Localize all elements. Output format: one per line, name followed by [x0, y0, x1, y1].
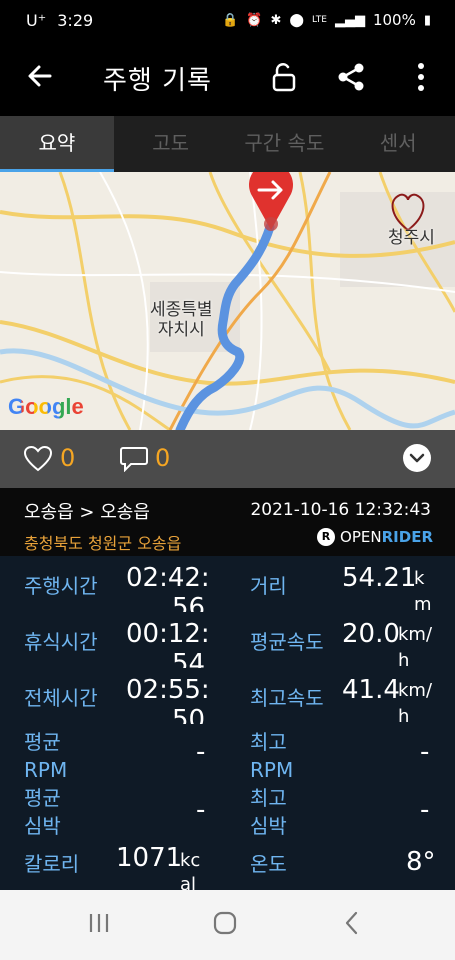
route-start-pin[interactable]	[247, 172, 295, 234]
ride-time-overflow: 56	[172, 594, 206, 612]
max-rpm-label-2: RPM	[250, 758, 294, 782]
openrider-logo-icon: R	[317, 528, 336, 546]
tab-bar: 요약 고도 구간 속도 센서	[0, 116, 455, 172]
max-rpm-value: -	[420, 737, 430, 767]
max-speed-unit-1: km/	[398, 680, 433, 701]
status-bar: U⁺ 3:29 🔒 ⏰ ✱ ⬤ LTE ▂▄▆ 100% ▮	[0, 0, 455, 44]
avg-hr-value: -	[196, 795, 206, 825]
max-rpm-label-1: 최고	[250, 730, 287, 754]
share-icon[interactable]	[334, 60, 368, 94]
max-hr-value: -	[420, 795, 430, 825]
avg-rpm-label-2: RPM	[24, 758, 68, 782]
map-label-cheongju: 청주시	[388, 228, 435, 248]
temperature-label: 온도	[250, 852, 287, 876]
max-hr-label-2: 심박	[250, 814, 287, 838]
distance-unit-1: k	[414, 568, 425, 589]
distance-label: 거리	[250, 574, 287, 598]
comment-icon[interactable]	[120, 446, 148, 472]
map-background	[0, 172, 455, 430]
max-speed-unit-2: h	[398, 706, 410, 727]
max-speed-value: 41.4	[342, 675, 400, 705]
more-options-icon[interactable]	[404, 60, 438, 94]
battery-text: 100%	[372, 11, 416, 29]
avg-speed-label: 평균속도	[250, 630, 324, 654]
lte-label: LTE	[311, 15, 327, 25]
total-time-overflow: 50	[172, 706, 206, 724]
like-heart-icon[interactable]	[24, 446, 52, 472]
recent-apps-icon[interactable]	[88, 910, 110, 940]
status-right: 🔒 ⏰ ✱ ⬤ LTE ▂▄▆ 100% ▮	[222, 11, 431, 29]
nav-back-icon[interactable]	[342, 910, 362, 940]
brand-open-text: OPEN	[340, 528, 382, 546]
tab-sensor[interactable]: 센서	[341, 116, 455, 172]
rest-time-label: 휴식시간	[24, 630, 98, 654]
openrider-brand: R OPEN RIDER	[317, 528, 433, 546]
distance-value: 54.21	[342, 563, 417, 593]
route-region: 충청북도 청원군 오송읍	[24, 534, 182, 553]
avg-hr-label-1: 평균	[24, 786, 61, 810]
temperature-value: 8°	[406, 847, 436, 877]
home-icon[interactable]	[212, 910, 238, 940]
back-arrow-icon[interactable]	[26, 62, 54, 96]
avg-hr-label-2: 심박	[24, 814, 61, 838]
expand-button[interactable]	[403, 444, 431, 472]
distance-unit-2: m	[414, 594, 432, 615]
system-nav-bar	[0, 890, 455, 960]
total-time-label: 전체시간	[24, 686, 98, 710]
map-label-sejong: 세종특별 자치시	[150, 300, 213, 340]
social-bar: 0 0	[0, 430, 455, 488]
stats-panel: 주행시간 02:42: 56 거리 54.21 k m 휴식시간 00:12: …	[0, 556, 455, 890]
ride-time-value: 02:42:	[126, 563, 210, 593]
max-hr-label-1: 최고	[250, 786, 287, 810]
bluetooth-icon: ✱	[270, 12, 282, 28]
lock-status-icon: 🔒	[222, 12, 239, 28]
calorie-value: 1071	[116, 843, 183, 873]
battery-icon: ▮	[423, 12, 431, 28]
brand-rider-text: RIDER	[381, 528, 433, 546]
page-title: 주행 기록	[103, 66, 212, 96]
comment-count: 0	[155, 444, 171, 472]
ride-time-label: 주행시간	[24, 574, 98, 598]
total-time-value: 02:55:	[126, 675, 210, 705]
carrier-label: U⁺	[26, 11, 47, 30]
like-count: 0	[60, 444, 76, 472]
avg-rpm-label-1: 평균	[24, 730, 61, 754]
location-icon: ⬤	[289, 12, 304, 28]
rest-time-overflow: 54	[172, 650, 206, 668]
signal-icon: ▂▄▆	[334, 12, 365, 28]
app-bar: 주행 기록	[0, 44, 455, 116]
route-info: 오송읍 > 오송읍 2021-10-16 12:32:43 충청북도 청원군 오…	[0, 488, 455, 556]
alarm-icon: ⏰	[246, 12, 263, 28]
chevron-down-icon	[409, 453, 425, 463]
avg-speed-value: 20.0	[342, 619, 400, 649]
calorie-unit-2: al	[180, 874, 197, 890]
status-time: 3:29	[57, 11, 94, 30]
calorie-label: 칼로리	[24, 852, 80, 876]
max-speed-label: 최고속도	[250, 686, 324, 710]
avg-rpm-value: -	[196, 737, 206, 767]
tab-summary[interactable]: 요약	[0, 116, 114, 172]
calorie-unit-1: kc	[180, 850, 201, 871]
status-left: U⁺ 3:29	[26, 11, 93, 30]
avg-speed-unit-2: h	[398, 650, 410, 671]
tab-section-speed[interactable]: 구간 속도	[228, 116, 342, 172]
avg-speed-unit-1: km/	[398, 624, 433, 645]
tab-elevation[interactable]: 고도	[114, 116, 228, 172]
route-name: 오송읍 > 오송읍	[24, 502, 150, 523]
google-attribution: Google	[8, 394, 84, 420]
route-map[interactable]: 세종특별 자치시 청주시 Google	[0, 172, 455, 430]
google-logo-text: Google	[8, 394, 84, 419]
route-datetime: 2021-10-16 12:32:43	[250, 500, 431, 520]
rest-time-value: 00:12:	[126, 619, 210, 649]
unlock-icon[interactable]	[266, 60, 300, 94]
